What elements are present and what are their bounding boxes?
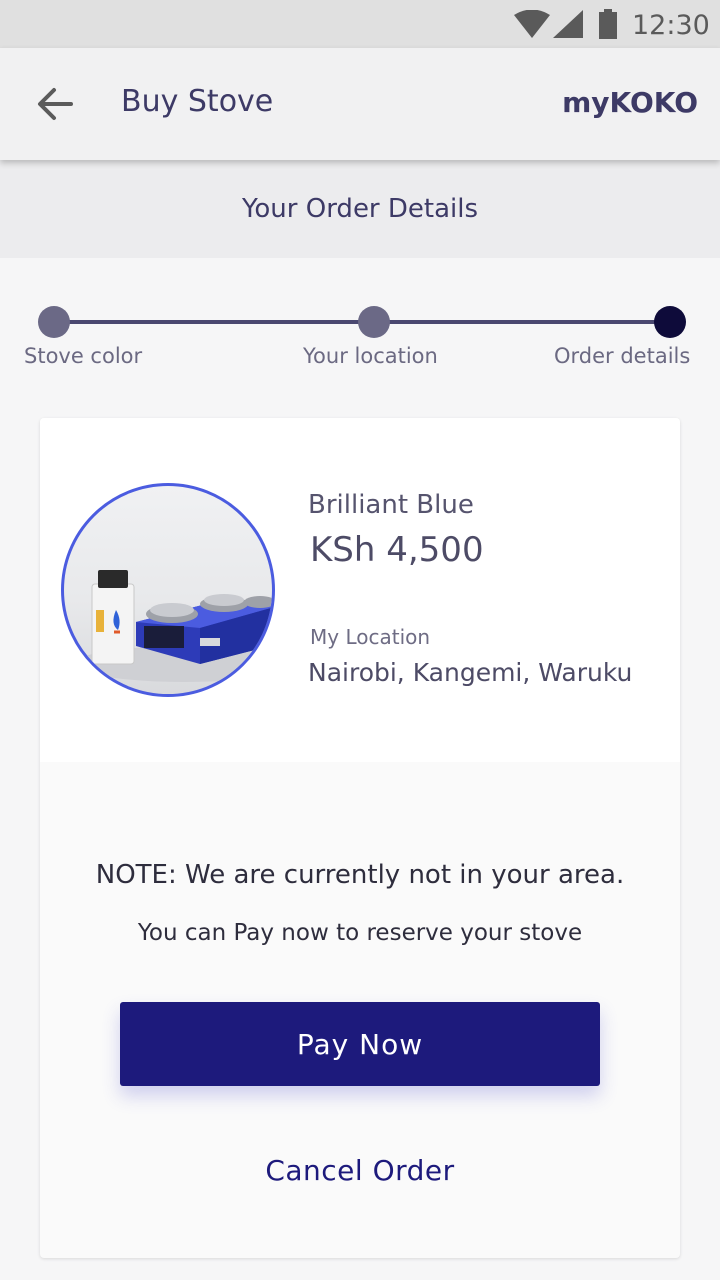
pay-now-button[interactable]: Pay Now [120,1002,600,1086]
step-dot-stove-color[interactable] [38,306,70,338]
stove-illustration [74,570,272,682]
availability-note: NOTE: We are currently not in your area. [95,860,625,890]
stove-product-image [61,483,275,697]
status-bar: 12:30 [0,0,720,48]
step-label-stove-color[interactable]: Stove color [24,344,142,368]
order-summary: Brilliant Blue KSh 4,500 My Location Nai… [40,418,680,762]
app-bar: Buy Stove myKOKO [0,48,720,160]
location-label: My Location [310,625,431,649]
location-value: Nairobi, Kangemi, Waruku [308,658,633,687]
signal-icon [553,10,583,38]
cancel-order-button[interactable]: Cancel Order [120,1142,600,1198]
progress-stepper: Stove color Your location Order details [0,258,720,398]
section-title: Your Order Details [241,194,479,224]
status-time: 12:30 [632,10,710,41]
order-card: Brilliant Blue KSh 4,500 My Location Nai… [40,418,680,1258]
product-name: Brilliant Blue [308,490,474,520]
wifi-icon [514,10,550,38]
step-label-your-location[interactable]: Your location [303,344,438,368]
arrow-back-icon[interactable] [37,86,73,122]
battery-icon [599,9,617,39]
step-dot-order-details[interactable] [654,306,686,338]
step-dot-your-location[interactable] [358,306,390,338]
reserve-note: You can Pay now to reserve your stove [137,920,583,946]
brand-logo: myKOKO [562,86,698,119]
product-price: KSh 4,500 [310,530,484,570]
section-header: Your Order Details [0,160,720,258]
page-title: Buy Stove [121,84,274,119]
step-label-order-details[interactable]: Order details [554,344,690,368]
